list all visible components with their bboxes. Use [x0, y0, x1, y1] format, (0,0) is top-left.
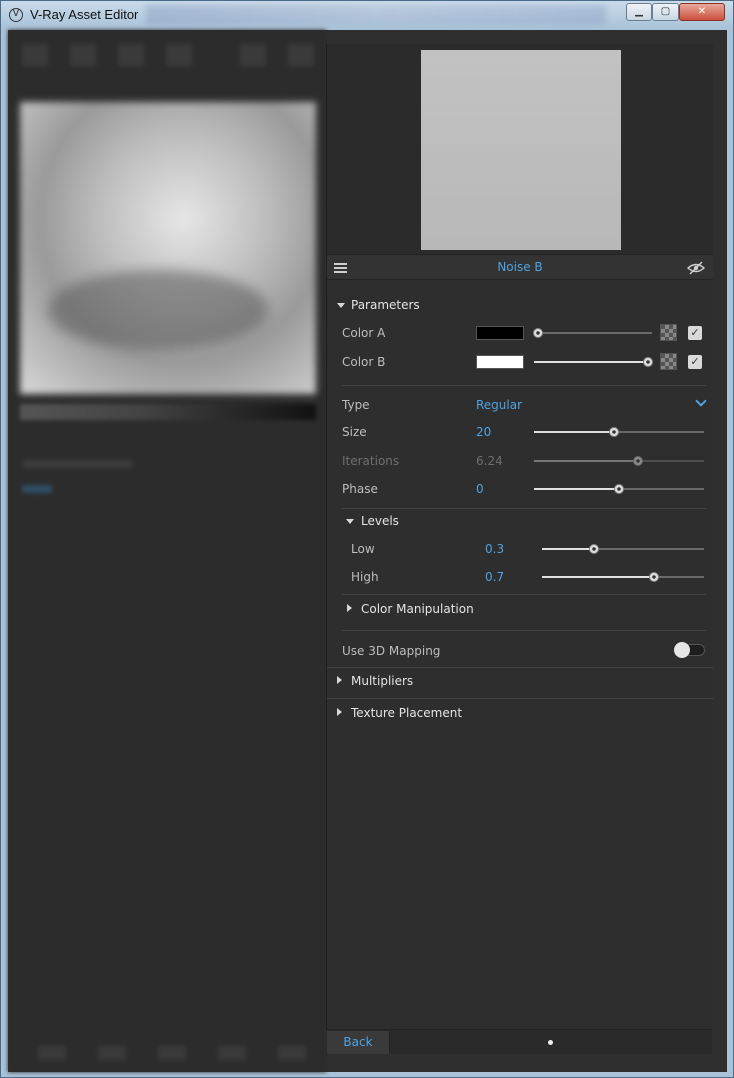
- asset-header-bar: Noise B: [327, 254, 713, 280]
- page-indicator-dot: [548, 1040, 553, 1045]
- use-3d-mapping-label: Use 3D Mapping: [342, 644, 441, 658]
- size-label: Size: [342, 425, 367, 439]
- color-b-label: Color B: [342, 355, 386, 369]
- color-a-texture-slot-icon[interactable]: [660, 324, 677, 341]
- toolbar-button[interactable]: [22, 44, 48, 66]
- toolbar-button[interactable]: [240, 44, 266, 66]
- parameters-section-label[interactable]: Parameters: [351, 298, 420, 312]
- parameters-expand-icon[interactable]: [337, 303, 345, 308]
- phase-label: Phase: [342, 482, 378, 496]
- color-a-label: Color A: [342, 326, 386, 340]
- divider: [342, 594, 706, 595]
- low-slider[interactable]: [542, 544, 704, 554]
- minimize-button[interactable]: ▁: [626, 3, 652, 21]
- color-b-checkbox[interactable]: ✓: [688, 355, 702, 369]
- levels-expand-icon[interactable]: [346, 519, 354, 524]
- toolbar-button[interactable]: [166, 44, 192, 66]
- window-title: V-Ray Asset Editor: [30, 7, 139, 22]
- divider: [342, 385, 706, 386]
- chevron-down-icon[interactable]: [695, 395, 707, 407]
- color-manipulation-expand-icon[interactable]: [347, 604, 352, 612]
- size-slider[interactable]: [534, 427, 704, 437]
- maximize-button[interactable]: ▢: [652, 3, 679, 21]
- texture-preview-swatch: [421, 50, 621, 250]
- size-value[interactable]: 20: [476, 425, 491, 439]
- type-label: Type: [342, 398, 370, 412]
- blurred-taskbar-strip: [146, 5, 606, 25]
- bottom-button[interactable]: [218, 1046, 246, 1060]
- asset-editor-window: V V-Ray Asset Editor ▁ ▢ ✕ Noise B Param…: [0, 0, 734, 1078]
- color-a-checkbox[interactable]: ✓: [688, 326, 702, 340]
- texture-preview-area: [327, 44, 713, 254]
- divider: [342, 630, 706, 631]
- phase-value[interactable]: 0: [476, 482, 484, 496]
- eye-hidden-icon[interactable]: [687, 261, 705, 275]
- texture-placement-section-label[interactable]: Texture Placement: [351, 706, 462, 720]
- divider: [327, 698, 713, 699]
- multipliers-section-label[interactable]: Multipliers: [351, 674, 413, 688]
- back-button[interactable]: Back: [327, 1031, 390, 1054]
- asset-toolbar: [18, 40, 318, 70]
- levels-section-label[interactable]: Levels: [361, 514, 399, 528]
- divider: [327, 667, 713, 668]
- asset-name[interactable]: Noise B: [327, 260, 713, 274]
- color-b-slider[interactable]: [534, 357, 653, 367]
- color-a-swatch[interactable]: [476, 326, 524, 340]
- bottom-button[interactable]: [278, 1046, 306, 1060]
- iterations-label: Iterations: [342, 454, 400, 468]
- bottom-button[interactable]: [38, 1046, 66, 1060]
- vray-logo-icon: V: [9, 8, 23, 22]
- iterations-value: 6.24: [476, 454, 503, 468]
- multipliers-expand-icon[interactable]: [337, 676, 342, 684]
- divider: [342, 508, 706, 509]
- use-3d-mapping-toggle[interactable]: [674, 642, 705, 658]
- high-label: High: [351, 570, 379, 584]
- color-manipulation-section-label[interactable]: Color Manipulation: [361, 602, 474, 616]
- list-item[interactable]: [22, 460, 132, 468]
- toggle-knob: [674, 642, 690, 658]
- color-b-texture-slot-icon[interactable]: [660, 353, 677, 370]
- color-b-swatch[interactable]: [476, 355, 524, 369]
- title-bar[interactable]: V V-Ray Asset Editor ▁ ▢ ✕: [1, 1, 733, 29]
- toolbar-button[interactable]: [70, 44, 96, 66]
- toolbar-button[interactable]: [288, 44, 314, 66]
- list-item[interactable]: [22, 485, 52, 493]
- panel-footer: Back: [326, 1029, 712, 1054]
- editor-client-area: Noise B Parameters Color A ✓ Color B ✓ T…: [8, 30, 727, 1072]
- toolbar-button[interactable]: [118, 44, 144, 66]
- type-dropdown-value[interactable]: Regular: [476, 398, 522, 412]
- preview-toolbar: [20, 404, 316, 420]
- close-button[interactable]: ✕: [679, 3, 725, 21]
- bottom-button[interactable]: [158, 1046, 186, 1060]
- preview-shadow: [48, 270, 268, 350]
- color-a-slider[interactable]: [533, 328, 652, 338]
- iterations-slider: [534, 456, 704, 466]
- asset-list-panel-blurred: [8, 30, 326, 1072]
- texture-placement-expand-icon[interactable]: [337, 708, 342, 716]
- low-value[interactable]: 0.3: [485, 542, 504, 556]
- low-label: Low: [351, 542, 375, 556]
- bottom-button[interactable]: [98, 1046, 126, 1060]
- texture-settings-panel: Noise B Parameters Color A ✓ Color B ✓ T…: [326, 44, 713, 1054]
- high-value[interactable]: 0.7: [485, 570, 504, 584]
- phase-slider[interactable]: [534, 484, 704, 494]
- material-preview-image: [20, 102, 316, 394]
- high-slider[interactable]: [542, 572, 704, 582]
